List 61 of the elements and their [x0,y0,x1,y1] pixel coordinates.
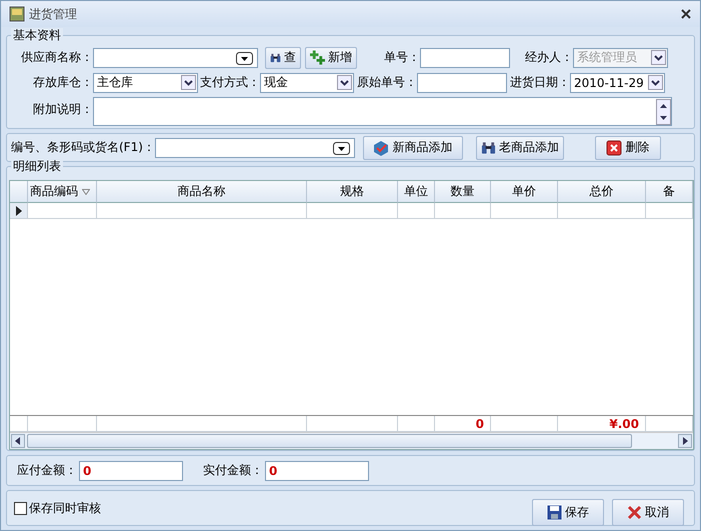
delete-button[interactable]: 删除 [594,136,661,160]
original-number-field[interactable] [417,72,507,92]
field-label: 支付方式： [199,74,260,91]
column-header[interactable]: 商品编码 [28,181,97,203]
add-button[interactable]: 新增 [305,46,357,68]
table-cell[interactable] [97,203,307,219]
cancel-icon [627,504,642,520]
payable-amount-field[interactable]: 0 [79,460,183,480]
field-label: 单号： [383,49,420,66]
field-label: 原始单号： [356,74,417,91]
order-number-field[interactable] [420,48,510,68]
find-button[interactable]: 查 [265,46,301,68]
column-header[interactable]: 规格 [307,181,398,203]
app-icon [9,6,25,22]
payment-combo[interactable]: 现金 [260,72,354,92]
current-row-icon [16,206,22,216]
cancel-button[interactable]: 取消 [612,498,684,526]
column-header[interactable]: 商品名称 [97,181,307,203]
checkbox-label: 保存同时审核 [29,500,101,516]
table-cell[interactable] [491,203,558,219]
panel-legend: 明细列表 [11,159,63,173]
add-item-button[interactable]: 老商品添加 [476,136,564,160]
table-cell[interactable] [435,203,491,219]
scroll-right-icon[interactable] [678,434,692,448]
field-label: 进货日期： [509,74,570,91]
audit-checkbox[interactable] [14,502,27,514]
table-cell[interactable] [646,203,693,219]
column-header[interactable]: 总价 [558,181,646,203]
add-item-button[interactable]: 新商品添加 [362,136,463,160]
box-icon [373,140,390,156]
note-field[interactable] [93,97,672,126]
search-label: 编号、条形码或货名(F1)： [11,139,155,156]
window-title: 进货管理 [29,6,78,22]
save-button[interactable]: 保存 [532,498,604,526]
column-header[interactable]: 单位 [398,181,435,203]
warehouse-combo[interactable]: 主仓库 [93,72,198,92]
table-cell[interactable] [307,203,398,219]
scroll-left-icon[interactable] [11,434,25,448]
table-cell[interactable] [28,203,97,219]
field-label: 存放库仓： [32,74,93,91]
delete-icon [606,140,622,156]
spin-arrows-icon[interactable] [656,99,671,125]
table-cell[interactable] [398,203,435,219]
column-header[interactable]: 备 [646,181,693,203]
field-label: 供应商名称： [20,49,93,66]
sort-icon [82,188,90,194]
field-label: 应付金额： [17,462,77,479]
field-label: 附加说明： [32,101,93,118]
plus-icon [310,50,325,66]
close-icon[interactable] [680,8,692,20]
panel-legend: 基本资料 [11,28,63,42]
table-cell[interactable] [558,203,646,219]
field-label: 经办人： [524,49,573,66]
column-header[interactable]: 数量 [435,181,491,203]
scroll-thumb[interactable] [27,434,632,448]
column-header[interactable]: 单价 [491,181,558,203]
binoculars-icon [480,140,496,154]
date-picker[interactable]: 2010-11-29 [570,72,665,92]
field-label: 实付金额： [203,462,263,479]
paid-amount-field[interactable]: 0 [265,460,369,480]
horizontal-scrollbar[interactable] [10,432,693,449]
